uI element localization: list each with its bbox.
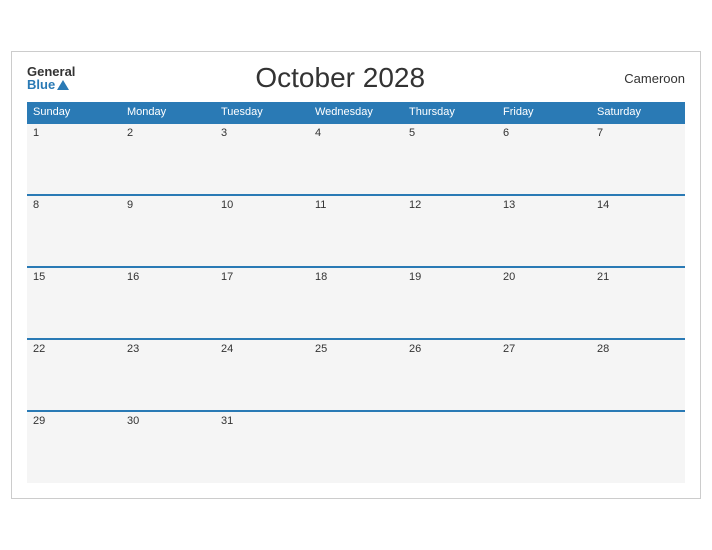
calendar-day-empty <box>497 411 591 483</box>
day-header-sunday: Sunday <box>27 102 121 123</box>
calendar-header-row: SundayMondayTuesdayWednesdayThursdayFrid… <box>27 102 685 123</box>
calendar-day-28: 28 <box>591 339 685 411</box>
calendar-day-16: 16 <box>121 267 215 339</box>
calendar-day-25: 25 <box>309 339 403 411</box>
calendar-day-4: 4 <box>309 123 403 195</box>
calendar-week-row: 15161718192021 <box>27 267 685 339</box>
calendar-day-18: 18 <box>309 267 403 339</box>
calendar-grid: SundayMondayTuesdayWednesdayThursdayFrid… <box>27 102 685 483</box>
calendar-week-row: 22232425262728 <box>27 339 685 411</box>
calendar-day-10: 10 <box>215 195 309 267</box>
logo-triangle-icon <box>57 80 69 90</box>
calendar-day-22: 22 <box>27 339 121 411</box>
calendar-day-23: 23 <box>121 339 215 411</box>
calendar-title: October 2028 <box>75 62 605 94</box>
calendar-day-1: 1 <box>27 123 121 195</box>
day-header-tuesday: Tuesday <box>215 102 309 123</box>
calendar-day-24: 24 <box>215 339 309 411</box>
calendar-day-31: 31 <box>215 411 309 483</box>
day-header-friday: Friday <box>497 102 591 123</box>
calendar-day-14: 14 <box>591 195 685 267</box>
calendar-day-27: 27 <box>497 339 591 411</box>
calendar-header: General Blue October 2028 Cameroon <box>27 62 685 94</box>
logo: General Blue <box>27 65 75 91</box>
calendar-day-2: 2 <box>121 123 215 195</box>
calendar-day-29: 29 <box>27 411 121 483</box>
day-header-monday: Monday <box>121 102 215 123</box>
calendar-week-row: 891011121314 <box>27 195 685 267</box>
calendar-day-empty <box>591 411 685 483</box>
calendar-day-13: 13 <box>497 195 591 267</box>
calendar-day-empty <box>309 411 403 483</box>
calendar-week-row: 1234567 <box>27 123 685 195</box>
day-header-wednesday: Wednesday <box>309 102 403 123</box>
calendar-day-5: 5 <box>403 123 497 195</box>
calendar-day-7: 7 <box>591 123 685 195</box>
day-header-saturday: Saturday <box>591 102 685 123</box>
calendar-day-15: 15 <box>27 267 121 339</box>
calendar-country: Cameroon <box>605 71 685 86</box>
calendar-day-empty <box>403 411 497 483</box>
calendar-day-11: 11 <box>309 195 403 267</box>
calendar-day-17: 17 <box>215 267 309 339</box>
calendar-day-26: 26 <box>403 339 497 411</box>
calendar-day-19: 19 <box>403 267 497 339</box>
logo-blue-text: Blue <box>27 78 55 91</box>
calendar-day-6: 6 <box>497 123 591 195</box>
day-header-thursday: Thursday <box>403 102 497 123</box>
calendar-day-12: 12 <box>403 195 497 267</box>
calendar-day-8: 8 <box>27 195 121 267</box>
calendar-day-9: 9 <box>121 195 215 267</box>
calendar-container: General Blue October 2028 Cameroon Sunda… <box>11 51 701 499</box>
calendar-day-20: 20 <box>497 267 591 339</box>
calendar-week-row: 293031 <box>27 411 685 483</box>
calendar-day-21: 21 <box>591 267 685 339</box>
calendar-day-30: 30 <box>121 411 215 483</box>
calendar-day-3: 3 <box>215 123 309 195</box>
